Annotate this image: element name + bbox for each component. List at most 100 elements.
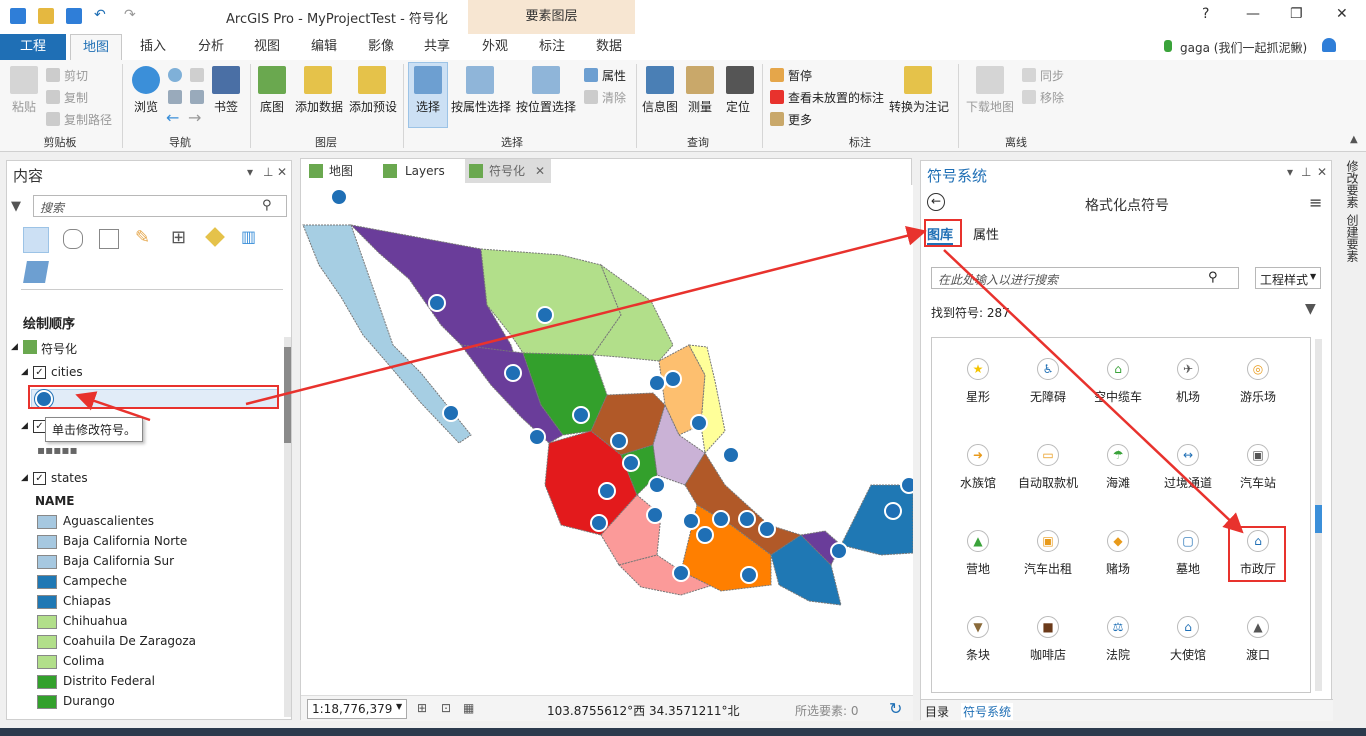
- cities-checkbox[interactable]: ✓: [33, 366, 46, 379]
- user-name[interactable]: gaga (我们一起抓泥鳅): [1180, 39, 1307, 56]
- select-button[interactable]: 选择: [410, 98, 446, 115]
- pin-icon[interactable]: ⊥: [1301, 165, 1311, 179]
- forward-arrow-icon[interactable]: →: [188, 108, 201, 127]
- pane-menu-icon[interactable]: ▾: [1287, 165, 1293, 179]
- expand-map-icon[interactable]: ◢: [11, 342, 18, 352]
- list-by-drawing-order-icon[interactable]: [23, 227, 49, 253]
- pane-menu-icon[interactable]: ▾: [247, 165, 253, 179]
- list-by-editing-icon[interactable]: ✎: [135, 227, 150, 248]
- close-pane-icon[interactable]: ✕: [277, 165, 287, 179]
- tab-create-features[interactable]: 创建要素: [1344, 214, 1361, 262]
- scale-select[interactable]: 1:18,776,379 ▼: [307, 699, 407, 719]
- save-icon[interactable]: [66, 8, 82, 24]
- layer-states[interactable]: states: [51, 471, 88, 485]
- symbol-item[interactable]: ▲ 渡口: [1222, 616, 1294, 663]
- legend-swatch[interactable]: [37, 575, 57, 589]
- states-checkbox[interactable]: ✓: [33, 472, 46, 485]
- symbol-item[interactable]: ↔ 过境通道: [1152, 444, 1224, 491]
- view-unplaced-button[interactable]: 查看未放置的标注: [788, 89, 884, 106]
- symbol-item[interactable]: ◎ 游乐场: [1222, 358, 1294, 405]
- legend-swatch[interactable]: [37, 595, 57, 609]
- undo-icon[interactable]: ↶: [94, 8, 114, 24]
- symbol-item[interactable]: ▣ 汽车站: [1222, 444, 1294, 491]
- tab-edit[interactable]: 编辑: [301, 34, 347, 60]
- locate-button[interactable]: 定位: [720, 98, 756, 115]
- expand-states-icon[interactable]: ◢: [21, 473, 28, 483]
- download-map-button[interactable]: 下载地图: [964, 98, 1016, 115]
- symbol-item[interactable]: ▲ 营地: [942, 530, 1014, 577]
- layer-cities[interactable]: cities: [51, 365, 83, 379]
- symbol-item[interactable]: ⚖ 法院: [1082, 616, 1154, 663]
- symbol-item[interactable]: ✈ 机场: [1152, 358, 1224, 405]
- gallery-scrollbar[interactable]: [1315, 339, 1322, 691]
- map-tab-layers[interactable]: Layers: [381, 159, 461, 183]
- add-data-button[interactable]: 添加数据: [292, 98, 346, 115]
- help-button[interactable]: ?: [1202, 6, 1209, 22]
- tab-project[interactable]: 工程: [0, 34, 66, 60]
- snapping-icon[interactable]: ⊡: [441, 701, 451, 715]
- bookmark-button[interactable]: 书签: [208, 98, 244, 115]
- list-by-snapping-icon[interactable]: ⊞: [171, 227, 186, 248]
- tab-labeling[interactable]: 标注: [529, 34, 575, 60]
- map-tab-map[interactable]: 地图: [305, 159, 375, 183]
- style-select[interactable]: 工程样式 ▼: [1255, 267, 1321, 289]
- globe-icon[interactable]: [168, 68, 182, 82]
- infographics-button[interactable]: 信息图: [640, 98, 680, 115]
- legend-swatch[interactable]: [37, 515, 57, 529]
- symbol-item[interactable]: ➜ 水族馆: [942, 444, 1014, 491]
- symbol-item[interactable]: ▭ 自动取款机: [1012, 444, 1084, 491]
- select-by-location-button[interactable]: 按位置选择: [514, 98, 578, 115]
- tab-map[interactable]: 地图: [70, 34, 122, 60]
- map-name[interactable]: 符号化: [41, 340, 77, 357]
- filter-icon[interactable]: ▼: [1305, 301, 1316, 317]
- expand-cities-icon[interactable]: ◢: [21, 367, 28, 377]
- tab-view[interactable]: 视图: [244, 34, 290, 60]
- legend-swatch[interactable]: [37, 655, 57, 669]
- filter-icon[interactable]: ▼: [11, 199, 21, 214]
- map-canvas[interactable]: [301, 185, 913, 695]
- close-tab-icon[interactable]: ✕: [535, 159, 545, 183]
- measure-button[interactable]: 测量: [682, 98, 718, 115]
- legend-swatch[interactable]: [37, 555, 57, 569]
- tab-modify-features[interactable]: 修改要素: [1344, 160, 1361, 208]
- symbol-item[interactable]: ■ 咖啡店: [1012, 616, 1084, 663]
- legend-swatch[interactable]: [37, 695, 57, 709]
- list-by-perspective-icon[interactable]: [23, 261, 49, 283]
- legend-swatch[interactable]: [37, 535, 57, 549]
- tab-properties[interactable]: 属性: [973, 224, 999, 243]
- sync-button[interactable]: 同步: [1040, 67, 1064, 84]
- scroll-thumb[interactable]: [284, 347, 291, 443]
- add-preset-button[interactable]: 添加预设: [346, 98, 400, 115]
- zoom-icon[interactable]: [190, 68, 204, 82]
- collapse-ribbon-icon[interactable]: ▲: [1350, 134, 1358, 145]
- redo-icon[interactable]: ↷: [124, 8, 144, 24]
- clear-button[interactable]: 清除: [602, 89, 626, 106]
- symbol-item[interactable]: ☂ 海滩: [1082, 444, 1154, 491]
- tab-share[interactable]: 共享: [414, 34, 460, 60]
- symbol-item[interactable]: ★ 星形: [942, 358, 1014, 405]
- attributes-button[interactable]: 属性: [602, 67, 626, 84]
- symbol-search-input[interactable]: 在此处输入以进行搜索 ⚲: [931, 267, 1239, 289]
- tab-symbology[interactable]: 符号系统: [961, 703, 1014, 720]
- pause-button[interactable]: 暂停: [788, 67, 812, 84]
- menu-icon[interactable]: ≡: [1309, 193, 1322, 212]
- map-tab-symbology[interactable]: 符号化 ✕: [465, 159, 551, 183]
- minimize-button[interactable]: —: [1246, 6, 1260, 22]
- tab-analysis[interactable]: 分析: [188, 34, 234, 60]
- back-arrow-icon[interactable]: ←: [166, 108, 179, 127]
- explore-button[interactable]: 浏览: [128, 98, 164, 115]
- legend-swatch[interactable]: [37, 635, 57, 649]
- tab-catalog[interactable]: 目录: [925, 703, 949, 720]
- notification-icon[interactable]: [1322, 38, 1336, 52]
- cut-button[interactable]: 剪切: [64, 67, 88, 84]
- close-pane-icon[interactable]: ✕: [1317, 165, 1327, 179]
- remove-button[interactable]: 移除: [1040, 89, 1064, 106]
- symbol-item[interactable]: ▼ 条块: [942, 616, 1014, 663]
- symbol-item[interactable]: ⌂ 空中缆车: [1082, 358, 1154, 405]
- list-by-source-icon[interactable]: [63, 229, 83, 249]
- select-by-attributes-button[interactable]: 按属性选择: [450, 98, 512, 115]
- restore-button[interactable]: ❐: [1290, 6, 1303, 22]
- tab-appearance[interactable]: 外观: [472, 34, 518, 60]
- symbol-item[interactable]: ◆ 赌场: [1082, 530, 1154, 577]
- legend-swatch[interactable]: [37, 615, 57, 629]
